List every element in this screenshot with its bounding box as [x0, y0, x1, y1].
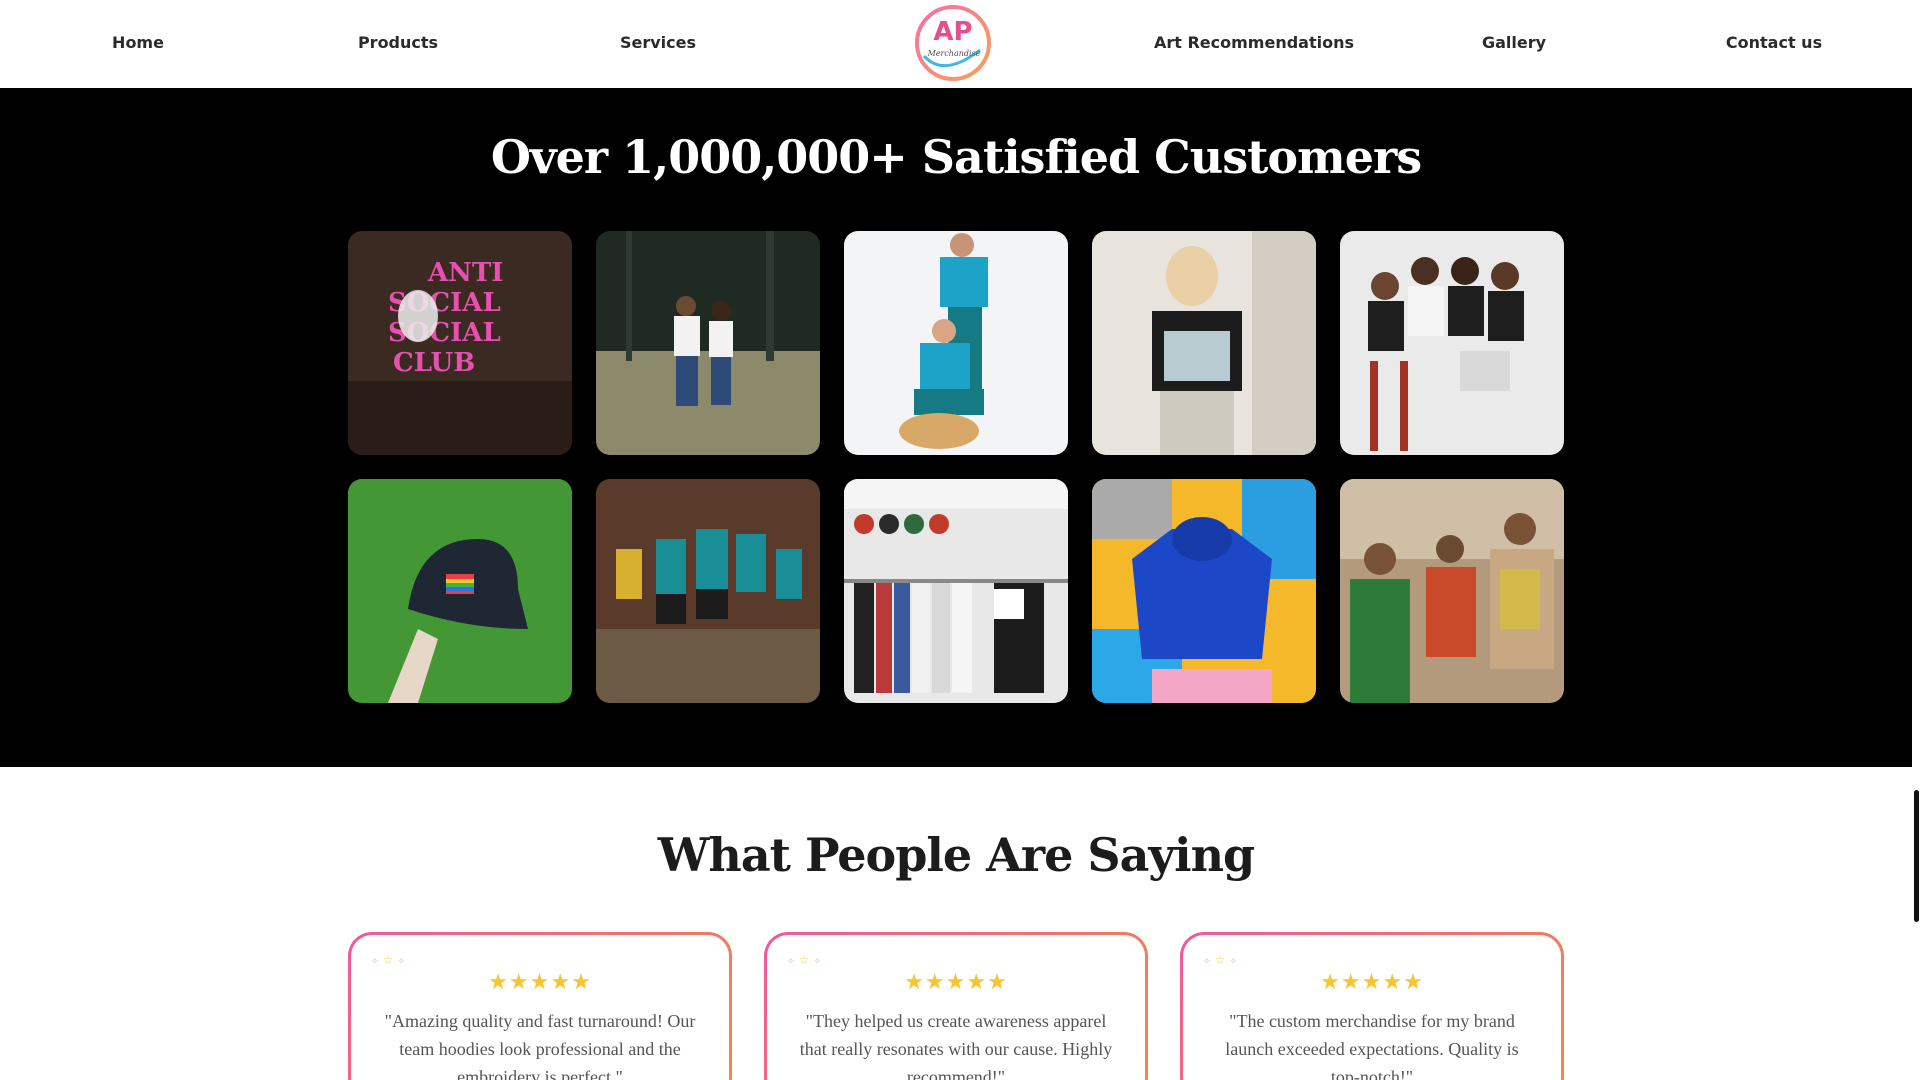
- woman-graphic-tee-photo[interactable]: [1092, 231, 1316, 455]
- friends-beach-shirts-photo[interactable]: [1340, 479, 1564, 703]
- svg-text:CLUB: CLUB: [393, 348, 475, 378]
- group-streetwear-photo[interactable]: [1340, 231, 1564, 455]
- scrollbar-thumb[interactable]: [1914, 790, 1919, 922]
- nav-gallery[interactable]: Gallery: [1482, 33, 1546, 52]
- nav-art-recommendations[interactable]: Art Recommendations: [1154, 33, 1354, 52]
- brand-logo[interactable]: AP Merchandise: [914, 4, 992, 82]
- blue-hoodie-photo[interactable]: [1092, 479, 1316, 703]
- rating-stars-icon: ★★★★★: [488, 969, 592, 994]
- nav-contact-us[interactable]: Contact us: [1726, 33, 1822, 52]
- nav-services[interactable]: Services: [620, 33, 696, 52]
- decorative-stars-icon: ✧☆✧: [371, 953, 409, 967]
- nav-home[interactable]: Home: [112, 33, 164, 52]
- testimonials-title: What People Are Saying: [657, 828, 1255, 882]
- men-with-dog-photo[interactable]: [844, 231, 1068, 455]
- soccer-team-photo[interactable]: [596, 479, 820, 703]
- svg-text:Merchandise: Merchandise: [927, 49, 981, 58]
- customer-gallery-section: Over 1,000,000+ Satisfied Customers ANTI…: [0, 88, 1912, 767]
- page-scrollbar[interactable]: [1912, 0, 1920, 1080]
- rating-stars-icon: ★★★★★: [1320, 969, 1424, 994]
- testimonial-quote: "They helped us create awareness apparel…: [799, 1011, 1113, 1080]
- rating-stars-icon: ★★★★★: [904, 969, 1008, 994]
- top-navigation: Home Products Services AP Merchandise Ar…: [0, 0, 1912, 88]
- couple-in-forest-photo[interactable]: [596, 231, 820, 455]
- decorative-stars-icon: ✧☆✧: [1203, 953, 1241, 967]
- svg-text:AP: AP: [933, 17, 972, 47]
- nav-products[interactable]: Products: [358, 33, 438, 52]
- testimonial-quote: "The custom merchandise for my brand lau…: [1225, 1011, 1519, 1080]
- testimonial-card: ✧☆✧ ★★★★★ "Amazing quality and fast turn…: [348, 932, 732, 1080]
- svg-text:ANTI: ANTI: [427, 258, 503, 288]
- clothing-market-stall-photo[interactable]: [844, 479, 1068, 703]
- anti-social-club-shirt-photo[interactable]: ANTI SOCIAL SOCIAL CLUB: [348, 231, 572, 455]
- gallery-title: Over 1,000,000+ Satisfied Customers: [490, 130, 1422, 184]
- testimonial-quote: "Amazing quality and fast turnaround! Ou…: [384, 1011, 696, 1080]
- rainbow-heart-cap-photo[interactable]: [348, 479, 572, 703]
- testimonial-card: ✧☆✧ ★★★★★ "They helped us create awarene…: [764, 932, 1148, 1080]
- decorative-stars-icon: ✧☆✧: [787, 953, 825, 967]
- testimonial-card: ✧☆✧ ★★★★★ "The custom merchandise for my…: [1180, 932, 1564, 1080]
